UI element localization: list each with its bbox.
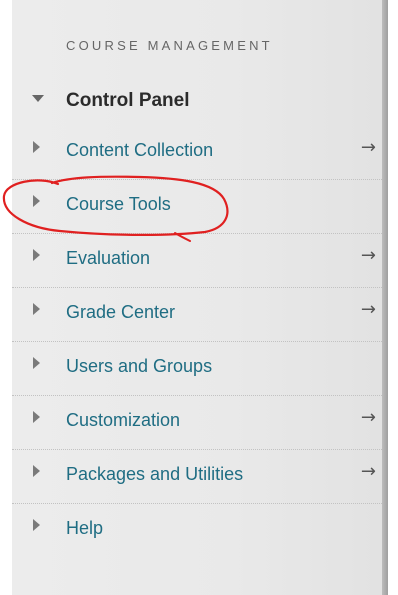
- chevron-right-icon[interactable]: [33, 141, 40, 153]
- arrow-right-icon[interactable]: →: [361, 299, 376, 320]
- control-panel-header[interactable]: Control Panel: [12, 78, 382, 120]
- control-panel-label: Control Panel: [66, 90, 190, 111]
- menu-item-evaluation[interactable]: Evaluation →: [12, 235, 382, 288]
- chevron-down-icon[interactable]: [32, 95, 44, 102]
- chevron-right-icon[interactable]: [33, 357, 40, 369]
- menu-item-label[interactable]: Content Collection: [66, 140, 213, 161]
- arrow-right-icon[interactable]: →: [361, 245, 376, 266]
- menu-item-label[interactable]: Course Tools: [66, 194, 171, 215]
- right-edge: [388, 0, 398, 595]
- menu-item-grade-center[interactable]: Grade Center →: [12, 289, 382, 342]
- chevron-right-icon[interactable]: [33, 303, 40, 315]
- arrow-right-icon[interactable]: →: [361, 461, 376, 482]
- chevron-right-icon[interactable]: [33, 465, 40, 477]
- chevron-right-icon[interactable]: [33, 519, 40, 531]
- menu-item-label[interactable]: Evaluation: [66, 248, 150, 269]
- menu-item-help[interactable]: Help: [12, 505, 382, 558]
- menu-item-customization[interactable]: Customization →: [12, 397, 382, 450]
- menu-item-label[interactable]: Users and Groups: [66, 356, 212, 377]
- menu-item-content-collection[interactable]: Content Collection →: [12, 127, 382, 180]
- section-title: COURSE MANAGEMENT: [66, 38, 273, 53]
- arrow-right-icon[interactable]: →: [361, 407, 376, 428]
- menu-item-course-tools[interactable]: Course Tools: [12, 181, 382, 234]
- menu-item-label[interactable]: Help: [66, 518, 103, 539]
- menu-item-users-and-groups[interactable]: Users and Groups: [12, 343, 382, 396]
- menu-item-packages-and-utilities[interactable]: Packages and Utilities →: [12, 451, 382, 504]
- chevron-right-icon[interactable]: [33, 249, 40, 261]
- menu-item-label[interactable]: Grade Center: [66, 302, 175, 323]
- left-gutter: [0, 0, 12, 595]
- menu-item-label[interactable]: Customization: [66, 410, 180, 431]
- chevron-right-icon[interactable]: [33, 411, 40, 423]
- arrow-right-icon[interactable]: →: [361, 137, 376, 158]
- chevron-right-icon[interactable]: [33, 195, 40, 207]
- menu-item-label[interactable]: Packages and Utilities: [66, 464, 243, 485]
